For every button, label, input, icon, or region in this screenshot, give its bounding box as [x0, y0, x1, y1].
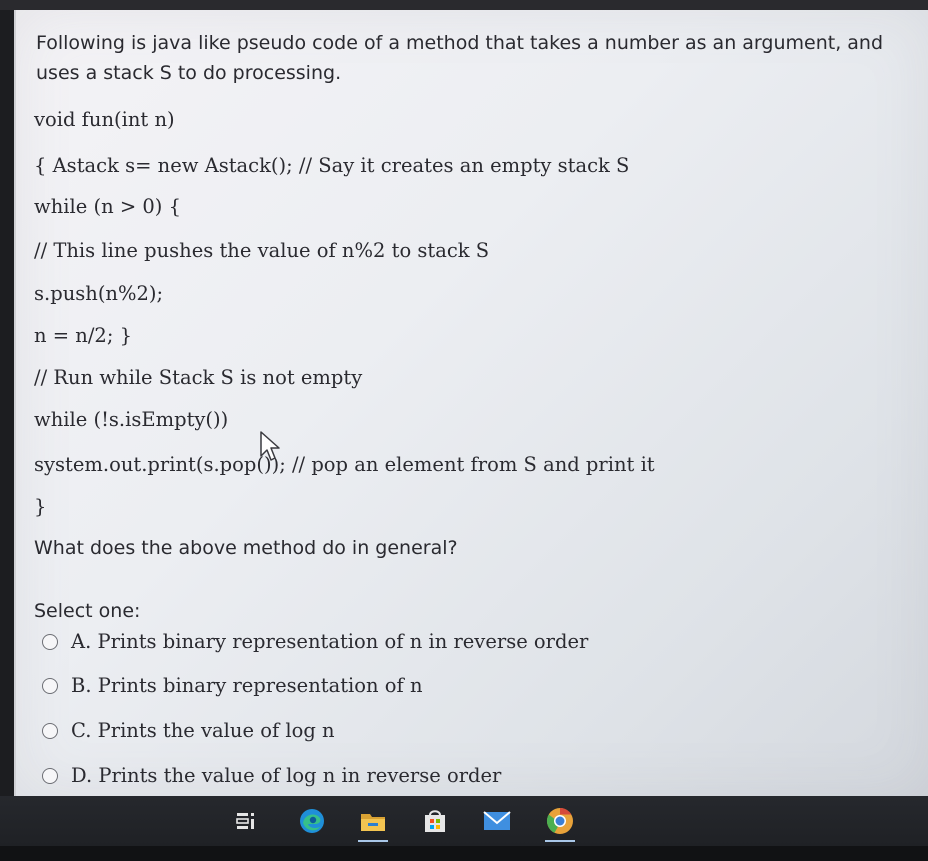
- answer-option-b[interactable]: B. Prints binary representation of n: [42, 674, 423, 697]
- answer-option-label: B. Prints binary representation of n: [71, 674, 423, 697]
- answer-option-a[interactable]: A. Prints binary representation of n in …: [42, 630, 588, 653]
- radio-button-icon[interactable]: [42, 633, 58, 650]
- active-indicator: [545, 840, 575, 842]
- mail-icon[interactable]: [482, 806, 512, 836]
- code-line: s.push(n%2);: [34, 282, 164, 305]
- answer-option-label: C. Prints the value of log n: [71, 719, 335, 742]
- quiz-page: Following is java like pseudo code of a …: [14, 10, 928, 796]
- code-line: void fun(int n): [34, 108, 175, 131]
- file-explorer-icon[interactable]: [358, 806, 388, 842]
- taskbar: [0, 796, 928, 846]
- radio-button-icon[interactable]: [42, 722, 58, 739]
- answer-option-label: D. Prints the value of log n in reverse …: [71, 764, 502, 787]
- code-line: // This line pushes the value of n%2 to …: [34, 239, 490, 262]
- select-one-label: Select one:: [34, 600, 141, 622]
- answer-option-label: A. Prints binary representation of n in …: [71, 630, 589, 653]
- answer-option-c[interactable]: C. Prints the value of log n: [42, 719, 335, 742]
- code-line: // Run while Stack S is not empty: [34, 366, 363, 389]
- radio-button-icon[interactable]: [42, 677, 58, 694]
- task-view-icon[interactable]: [231, 806, 261, 836]
- active-indicator: [358, 840, 388, 842]
- question-prompt: What does the above method do in general…: [34, 537, 458, 559]
- code-line: system.out.print(s.pop()); // pop an ele…: [34, 453, 655, 476]
- mouse-cursor-icon: [260, 431, 280, 461]
- code-line: }: [34, 495, 47, 518]
- answer-option-d[interactable]: D. Prints the value of log n in reverse …: [42, 764, 501, 787]
- code-line: while (n > 0) {: [34, 195, 181, 218]
- radio-button-icon[interactable]: [42, 767, 58, 784]
- store-icon[interactable]: [420, 806, 450, 836]
- question-intro: Following is java like pseudo code of a …: [36, 32, 884, 84]
- monitor-bezel: [0, 846, 928, 861]
- screen: Following is java like pseudo code of a …: [0, 0, 928, 861]
- chrome-icon[interactable]: [545, 806, 575, 842]
- code-line: while (!s.isEmpty()): [34, 408, 229, 431]
- code-line: { Astack s= new Astack(); // Say it crea…: [34, 154, 630, 177]
- code-line: n = n/2; }: [34, 324, 133, 347]
- edge-browser-icon[interactable]: [297, 806, 327, 836]
